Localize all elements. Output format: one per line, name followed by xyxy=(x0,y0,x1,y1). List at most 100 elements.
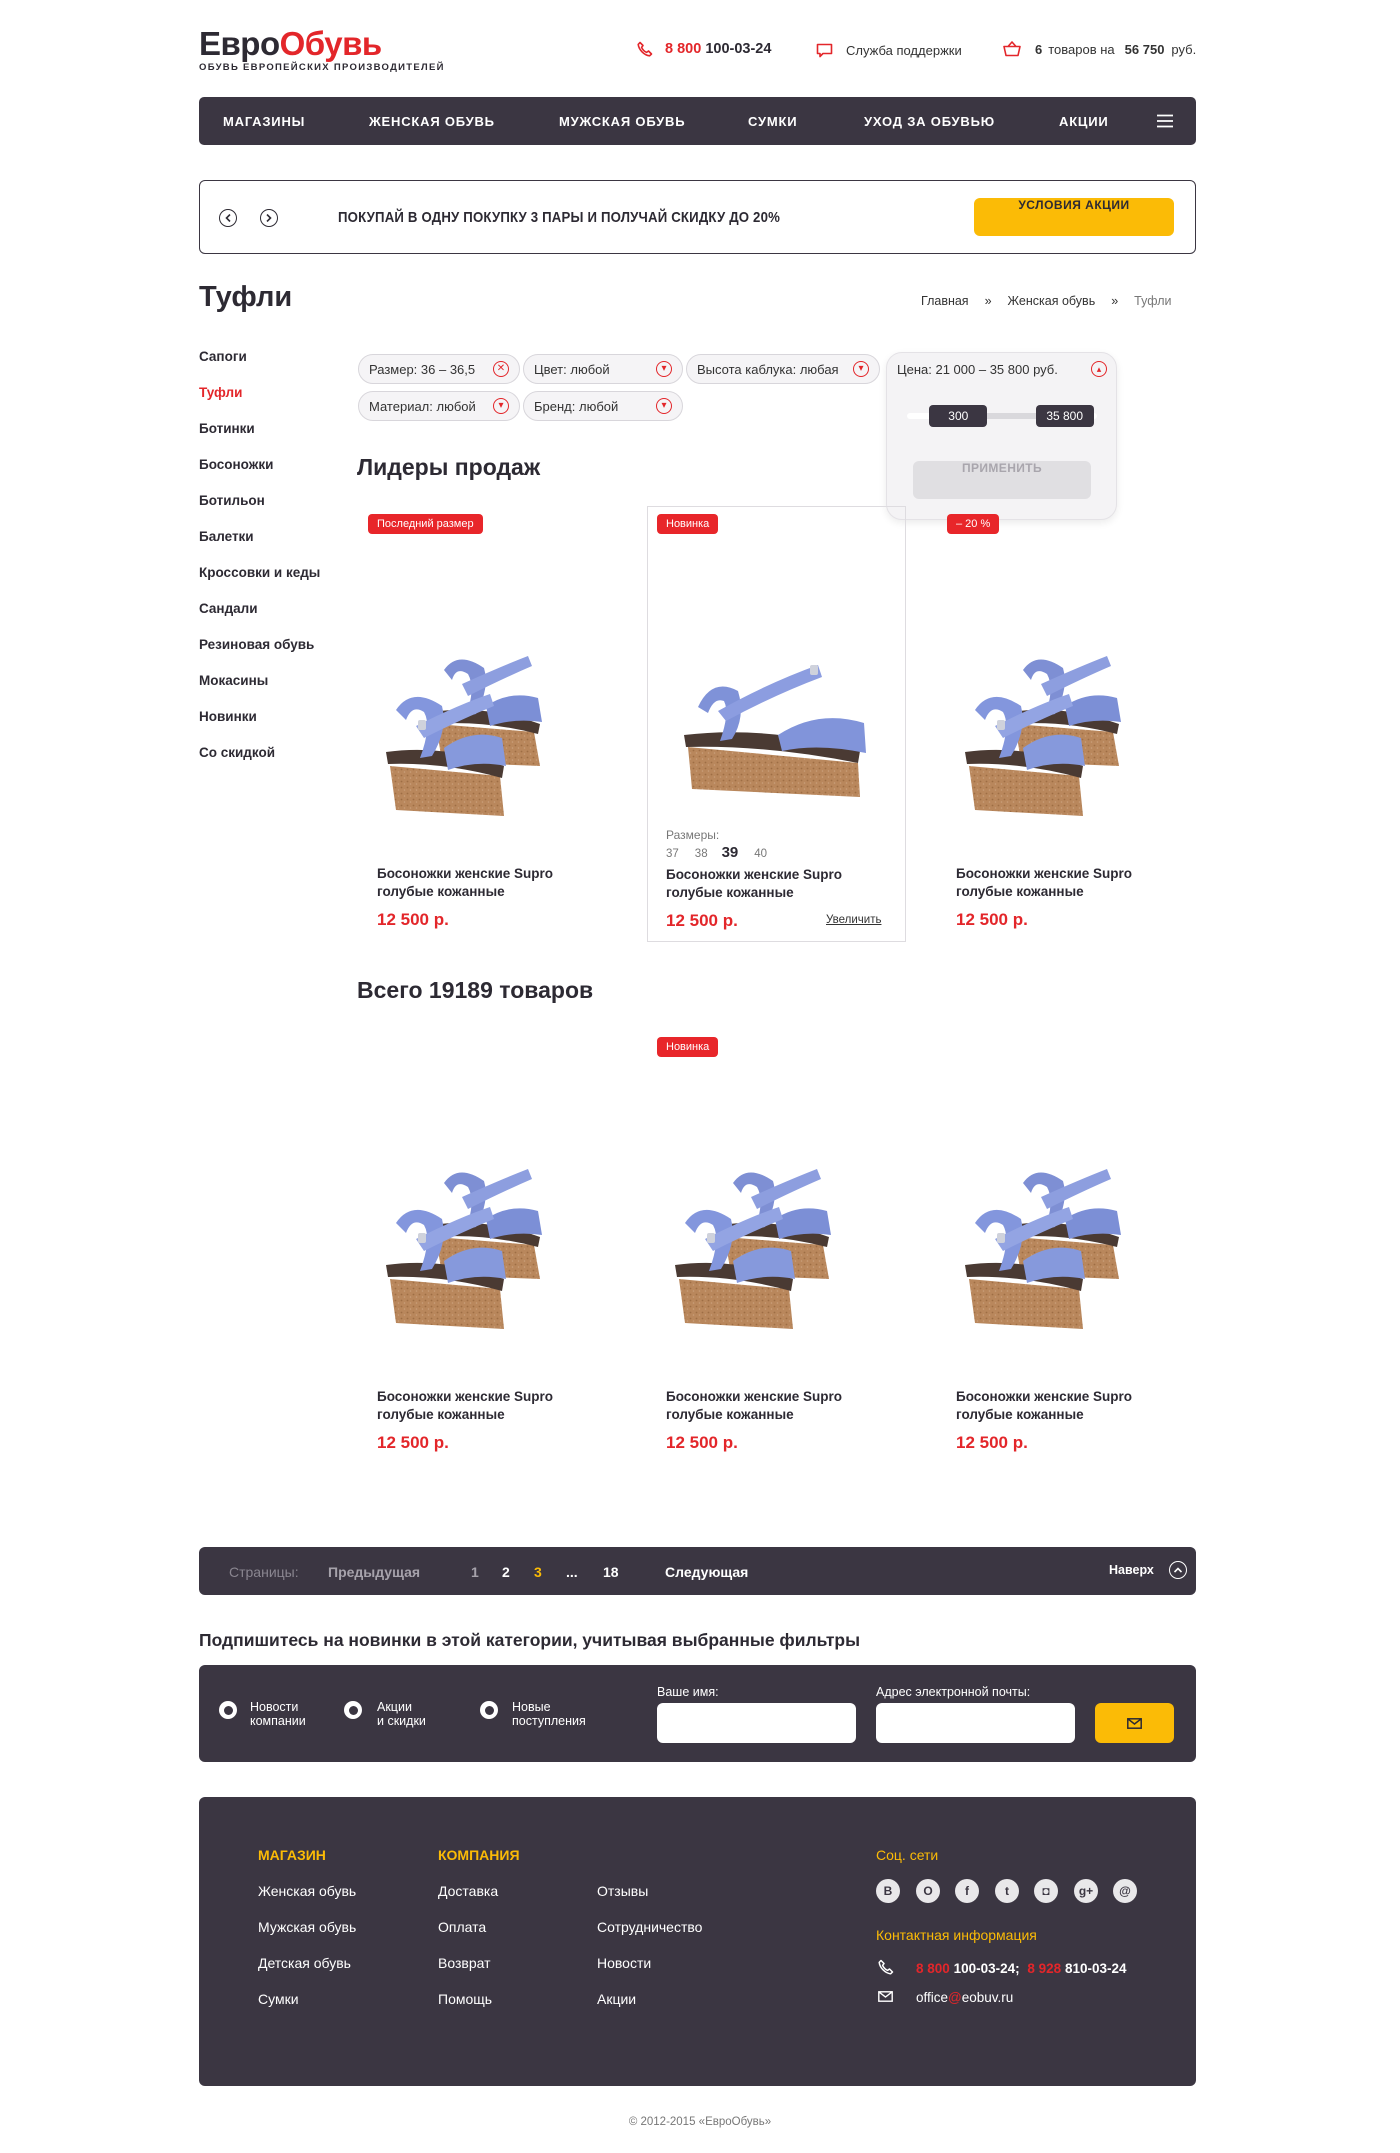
breadcrumb-home[interactable]: Главная xyxy=(921,294,969,308)
sidebar-item-rubber[interactable]: Резиновая обувь xyxy=(199,637,314,652)
promo-prev-button[interactable] xyxy=(219,209,237,227)
filter-color[interactable]: Цвет: любой ▾ xyxy=(523,354,683,384)
footer-link[interactable]: Женская обувь xyxy=(258,1883,356,1899)
sidebar-item-botilon[interactable]: Ботильон xyxy=(199,493,265,508)
promo-button[interactable]: Условия акции xyxy=(974,198,1174,236)
chevron-up-icon[interactable]: ▴ xyxy=(1091,361,1107,377)
product-card[interactable]: – 20 % Босоножки женские Supro голубые к… xyxy=(937,506,1196,942)
filter-brand[interactable]: Бренд: любой ▾ xyxy=(523,391,683,421)
email-input[interactable] xyxy=(876,1703,1075,1743)
sidebar-item-new[interactable]: Новинки xyxy=(199,709,257,724)
chevron-down-icon[interactable]: ▾ xyxy=(853,361,869,377)
nav-item-care[interactable]: Уход за обувью xyxy=(864,114,995,129)
back-to-top[interactable]: Наверх xyxy=(1109,1561,1187,1579)
sidebar-item-ankle-boots[interactable]: Ботинки xyxy=(199,421,255,436)
product-card[interactable]: Новинка Босоножки женские Supro голубые … xyxy=(647,1029,906,1465)
footer-link[interactable]: Оплата xyxy=(438,1919,486,1935)
radio-company-news[interactable] xyxy=(219,1701,237,1719)
footer-link[interactable]: Акции xyxy=(597,1991,636,2007)
support-link[interactable]: Служба поддержки xyxy=(816,43,962,58)
facebook-icon[interactable]: f xyxy=(955,1879,979,1903)
pagination-page[interactable]: 2 xyxy=(502,1564,510,1580)
price-max-handle[interactable]: 35 800 xyxy=(1035,405,1094,427)
sidebar-item-sandals[interactable]: Босоножки xyxy=(199,457,273,472)
pagination-next[interactable]: Следующая xyxy=(665,1564,748,1580)
chevron-right-icon xyxy=(266,214,272,222)
instagram-icon[interactable]: ◘ xyxy=(1034,1879,1058,1903)
radio-promotions[interactable] xyxy=(344,1701,362,1719)
filter-material[interactable]: Материал: любой ▾ xyxy=(358,391,520,421)
pagination-page[interactable]: 18 xyxy=(603,1564,619,1580)
header-phone[interactable]: 8 800 100-03-24 xyxy=(637,41,771,57)
product-card[interactable]: Последний размер Босоножки женские Supro… xyxy=(358,506,616,942)
product-name: Босоножки женские Supro голубые кожанные xyxy=(956,866,1133,899)
sidebar-item-moccasins[interactable]: Мокасины xyxy=(199,673,268,688)
product-price: 12 500 р. xyxy=(956,1433,1028,1452)
product-image xyxy=(372,646,602,826)
twitter-icon[interactable]: t xyxy=(995,1879,1019,1903)
clear-icon[interactable]: ✕ xyxy=(493,361,509,377)
footer-link[interactable]: Мужская обувь xyxy=(258,1919,356,1935)
footer-phones[interactable]: 8 800 100-03-24; 8 928 810-03-24 xyxy=(916,1961,1127,1976)
product-price: 12 500 р. xyxy=(666,1433,738,1452)
product-price: 12 500 р. xyxy=(956,910,1028,929)
size-option[interactable]: 38 xyxy=(695,848,708,860)
odnoklassniki-icon[interactable]: О xyxy=(916,1879,940,1903)
filter-price-label: Цена: 21 000 – 35 800 руб. xyxy=(897,361,1058,377)
sidebar-item-discount[interactable]: Со скидкой xyxy=(199,745,275,760)
filter-size[interactable]: Размер: 36 – 36,5 ✕ xyxy=(358,354,520,384)
subscribe-button[interactable] xyxy=(1095,1703,1174,1743)
apply-button[interactable]: Применить xyxy=(913,461,1091,499)
product-card[interactable]: Босоножки женские Supro голубые кожанные… xyxy=(358,1029,616,1465)
nav-item-bags[interactable]: Сумки xyxy=(748,114,797,129)
chevron-down-icon[interactable]: ▾ xyxy=(656,398,672,414)
footer-link[interactable]: Отзывы xyxy=(597,1883,648,1899)
chevron-down-icon[interactable]: ▾ xyxy=(493,398,509,414)
pagination-prev[interactable]: Предыдущая xyxy=(328,1564,420,1580)
size-option[interactable]: 40 xyxy=(754,848,767,860)
arrow-up-icon xyxy=(1168,1561,1187,1579)
nav-item-women[interactable]: Женская обувь xyxy=(369,114,495,129)
sidebar-item-shoes[interactable]: Туфли xyxy=(199,385,242,400)
footer-link[interactable]: Детская обувь xyxy=(258,1955,351,1971)
radio-new-arrivals[interactable] xyxy=(480,1701,498,1719)
chevron-down-icon[interactable]: ▾ xyxy=(656,361,672,377)
footer-link[interactable]: Доставка xyxy=(438,1883,498,1899)
badge-new: Новинка xyxy=(657,1037,719,1057)
nav-item-sales[interactable]: Акции xyxy=(1059,114,1109,129)
nav-item-men[interactable]: Мужская обувь xyxy=(559,114,685,129)
pagination-page-current[interactable]: 3 xyxy=(534,1564,542,1580)
size-option-selected[interactable]: 39 xyxy=(722,844,739,861)
product-card-hover[interactable]: Новинка Размеры: 37 38 39 40 Босоножки ж… xyxy=(647,506,906,942)
footer-link[interactable]: Помощь xyxy=(438,1991,492,2007)
footer-email[interactable]: office@eobuv.ru xyxy=(916,1990,1013,2005)
footer-link[interactable]: Сумки xyxy=(258,1991,299,2007)
footer-link[interactable]: Новости xyxy=(597,1955,651,1971)
cart[interactable]: 6 товаров на 56 750 руб. xyxy=(1003,41,1196,57)
product-card[interactable]: Босоножки женские Supro голубые кожанные… xyxy=(937,1029,1196,1465)
menu-icon[interactable] xyxy=(1157,114,1173,128)
mail-ru-icon[interactable]: @ xyxy=(1113,1879,1137,1903)
size-option[interactable]: 37 xyxy=(666,848,679,860)
sidebar-item-sneakers[interactable]: Кроссовки и кеды xyxy=(199,565,320,580)
price-min-handle[interactable]: 300 xyxy=(929,405,988,427)
nav-item-stores[interactable]: Магазины xyxy=(223,114,305,129)
cart-text: товаров на xyxy=(1048,41,1115,57)
promo-next-button[interactable] xyxy=(260,209,278,227)
zoom-link[interactable]: Увеличить xyxy=(826,914,881,926)
pagination: Страницы: Предыдущая 1 2 3 ... 18 Следую… xyxy=(199,1547,1196,1595)
vk-icon[interactable]: В xyxy=(876,1879,900,1903)
name-input[interactable] xyxy=(657,1703,856,1743)
pagination-page[interactable]: 1 xyxy=(471,1564,479,1580)
sidebar-item-flats[interactable]: Балетки xyxy=(199,529,254,544)
sidebar-item-sandali[interactable]: Сандали xyxy=(199,601,258,616)
footer-link[interactable]: Возврат xyxy=(438,1955,491,1971)
breadcrumb-current: Туфли xyxy=(1134,294,1172,308)
filter-price[interactable]: Цена: 21 000 – 35 800 руб. ▴ xyxy=(897,361,1107,377)
footer-link[interactable]: Сотрудничество xyxy=(597,1919,702,1935)
google-plus-icon[interactable]: g+ xyxy=(1074,1879,1098,1903)
breadcrumb-women[interactable]: Женская обувь xyxy=(1008,294,1096,308)
logo[interactable]: ЕвроОбувь Обувь европейских производител… xyxy=(199,27,445,73)
filter-heel[interactable]: Высота каблука: любая ▾ xyxy=(686,354,880,384)
sidebar-item-boots[interactable]: Сапоги xyxy=(199,349,247,364)
